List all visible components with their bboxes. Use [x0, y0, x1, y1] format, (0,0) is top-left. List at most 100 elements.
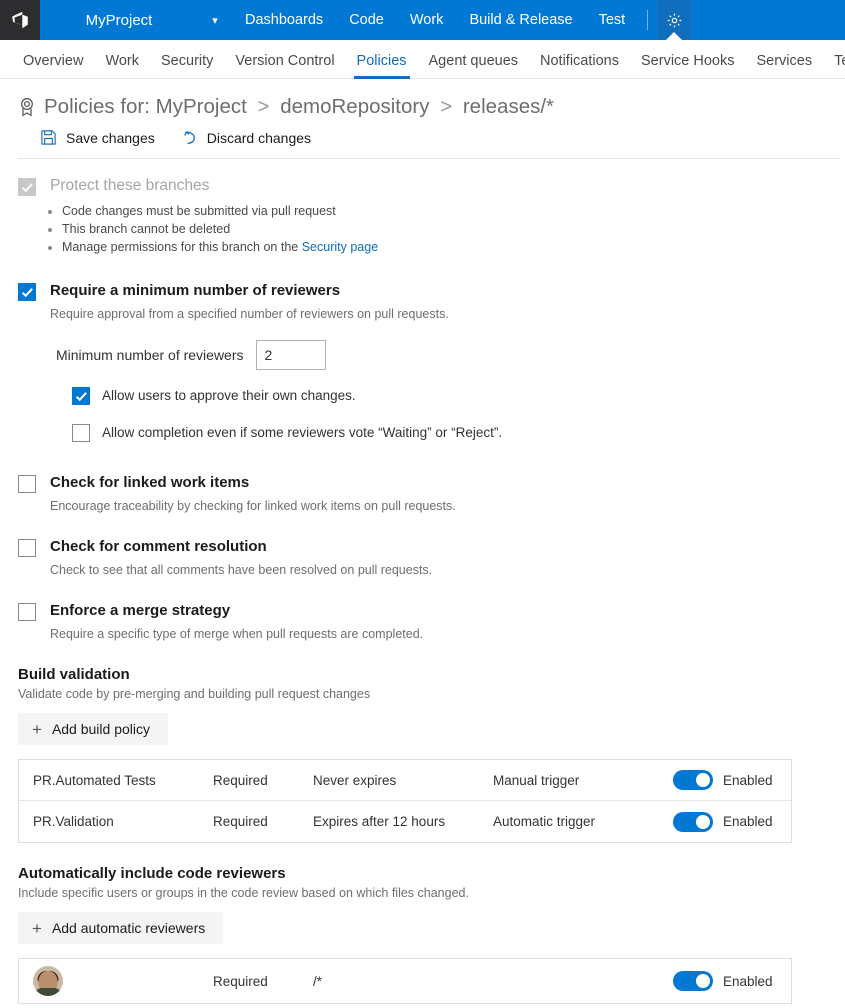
add-automatic-reviewers-button[interactable]: + Add automatic reviewers: [18, 912, 224, 944]
minimum-reviewers-checkbox[interactable]: [18, 283, 36, 301]
allow-self-approve-checkbox[interactable]: [72, 387, 90, 405]
bullet-text: Manage permissions for this branch on th…: [62, 240, 302, 254]
minimum-reviewers-input[interactable]: [255, 340, 326, 370]
build-policy-required: Required: [213, 814, 268, 829]
table-row[interactable]: Required /* Enabled: [19, 959, 791, 1003]
build-policy-toggle-cell: Enabled: [673, 811, 777, 832]
avatar: [33, 966, 63, 996]
minimum-reviewers-description: Require approval from a specified number…: [50, 307, 449, 321]
build-policy-trigger: Automatic trigger: [493, 814, 596, 829]
protect-branches-bullets: Code changes must be submitted via pull …: [18, 202, 827, 256]
auto-reviewers-title: Automatically include code reviewers: [18, 865, 286, 882]
policy-linked-work-items: Check for linked work items Encourage tr…: [18, 474, 827, 514]
top-nav-links: Dashboards Code Work Build & Release Tes…: [232, 0, 692, 41]
build-policy-name: PR.Automated Tests: [33, 772, 156, 788]
section-automatic-reviewers: Automatically include code reviewers Inc…: [18, 865, 827, 1004]
save-changes-button[interactable]: Save changes: [40, 129, 155, 146]
subnav-item-notifications[interactable]: Notifications: [529, 53, 630, 78]
reviewer-toggle-label: Enabled: [723, 973, 773, 989]
subnav-item-security[interactable]: Security: [150, 53, 224, 78]
discard-changes-label: Discard changes: [206, 129, 312, 146]
build-policy-toggle-label: Enabled: [723, 772, 773, 788]
top-nav-item-work[interactable]: Work: [397, 0, 457, 40]
top-navigation-bar: MyProject ▾ Dashboards Code Work Build &…: [0, 0, 845, 41]
plus-icon: +: [32, 918, 42, 938]
save-disk-icon: [40, 129, 57, 146]
subnav-item-overview[interactable]: Overview: [12, 53, 94, 78]
top-nav-item-test[interactable]: Test: [586, 0, 639, 40]
list-item: Manage permissions for this branch on th…: [62, 238, 827, 256]
build-policy-toggle-label: Enabled: [723, 814, 773, 829]
breadcrumb-branch[interactable]: releases/*: [463, 95, 554, 118]
breadcrumb-repository[interactable]: demoRepository: [280, 95, 429, 118]
subnav-item-agent-queues[interactable]: Agent queues: [418, 53, 530, 78]
allow-completion-checkbox[interactable]: [72, 424, 90, 442]
discard-changes-button[interactable]: Discard changes: [181, 129, 311, 146]
merge-strategy-description: Require a specific type of merge when pu…: [50, 627, 424, 641]
protect-branches-checkbox: [18, 178, 36, 196]
save-disk-glyph: [41, 130, 56, 145]
build-validation-description: Validate code by pre-merging and buildin…: [18, 687, 371, 701]
table-row[interactable]: PR.Validation Required Expires after 12 …: [19, 801, 791, 842]
project-picker[interactable]: MyProject ▾: [40, 0, 232, 40]
chevron-down-icon: ▾: [212, 14, 218, 27]
azure-devops-logo-icon[interactable]: [0, 0, 40, 40]
build-policy-expiry: Never expires: [313, 772, 397, 788]
settings-sub-navigation: Overview Work Security Version Control P…: [0, 40, 845, 79]
build-policy-toggle[interactable]: [673, 770, 713, 790]
azure-devops-logo-glyph: [12, 11, 28, 29]
build-policy-toggle-cell: Enabled: [673, 770, 777, 790]
minimum-reviewers-field-label: Minimum number of reviewers: [56, 347, 244, 363]
linked-work-items-checkbox[interactable]: [18, 475, 36, 493]
subnav-item-services[interactable]: Services: [745, 53, 823, 78]
check-icon: [21, 288, 33, 298]
subnav-item-version-control[interactable]: Version Control: [224, 53, 345, 78]
policy-ribbon-glyph: [21, 98, 33, 117]
policy-minimum-reviewers: Require a minimum number of reviewers Re…: [18, 282, 827, 442]
check-icon: [21, 183, 33, 193]
comment-resolution-checkbox[interactable]: [18, 539, 36, 557]
table-row[interactable]: PR.Automated Tests Required Never expire…: [19, 760, 791, 801]
list-item: Code changes must be submitted via pull …: [62, 202, 827, 220]
policy-ribbon-icon: [18, 97, 36, 117]
linked-work-items-description: Encourage traceability by checking for l…: [50, 499, 456, 513]
linked-work-items-label: Check for linked work items: [50, 474, 250, 491]
merge-strategy-checkbox[interactable]: [18, 603, 36, 621]
reviewer-path: /*: [313, 973, 323, 989]
policy-comment-resolution: Check for comment resolution Check to se…: [18, 538, 827, 578]
undo-arrow-icon: [181, 129, 198, 146]
undo-arrow-glyph: [184, 131, 195, 145]
breadcrumb-separator-2: >: [440, 95, 453, 118]
comment-resolution-description: Check to see that all comments have been…: [50, 563, 433, 577]
security-page-link[interactable]: Security page: [302, 240, 378, 254]
top-nav-item-code[interactable]: Code: [336, 0, 397, 40]
top-nav-item-build-release[interactable]: Build & Release: [456, 0, 585, 40]
page-title-row: Policies for: MyProject > demoRepository…: [0, 79, 845, 119]
reviewer-toggle-cell: Enabled: [673, 971, 777, 991]
subnav-item-work[interactable]: Work: [94, 53, 150, 78]
nav-divider: [647, 10, 649, 30]
check-icon: [75, 392, 87, 402]
merge-strategy-label: Enforce a merge strategy: [50, 602, 231, 619]
allow-completion-row: Allow completion even if some reviewers …: [72, 423, 827, 442]
breadcrumb-project[interactable]: MyProject: [156, 95, 247, 118]
gear-icon[interactable]: [657, 0, 692, 41]
subnav-item-service-hooks[interactable]: Service Hooks: [630, 53, 745, 78]
auto-reviewers-description: Include specific users or groups in the …: [18, 886, 469, 900]
active-caret: [665, 32, 684, 41]
build-policy-toggle[interactable]: [673, 811, 713, 832]
subnav-item-test[interactable]: Test: [823, 53, 845, 78]
breadcrumb-separator-1: >: [257, 95, 270, 118]
reviewer-toggle[interactable]: [673, 971, 713, 991]
save-changes-label: Save changes: [66, 129, 155, 146]
add-build-policy-button[interactable]: + Add build policy: [18, 713, 168, 745]
comment-resolution-label: Check for comment resolution: [50, 538, 267, 555]
minimum-reviewers-field-row: Minimum number of reviewers: [56, 340, 827, 370]
subnav-item-policies[interactable]: Policies: [346, 53, 418, 79]
top-nav-item-dashboards[interactable]: Dashboards: [232, 0, 336, 40]
reviewer-avatar-cell: [33, 966, 213, 996]
protect-branches-label: Protect these branches: [50, 177, 210, 194]
policy-protect-branches: Protect these branches Code changes must…: [18, 177, 827, 256]
policies-content: Protect these branches Code changes must…: [0, 177, 845, 1004]
build-policy-trigger: Manual trigger: [493, 772, 580, 788]
